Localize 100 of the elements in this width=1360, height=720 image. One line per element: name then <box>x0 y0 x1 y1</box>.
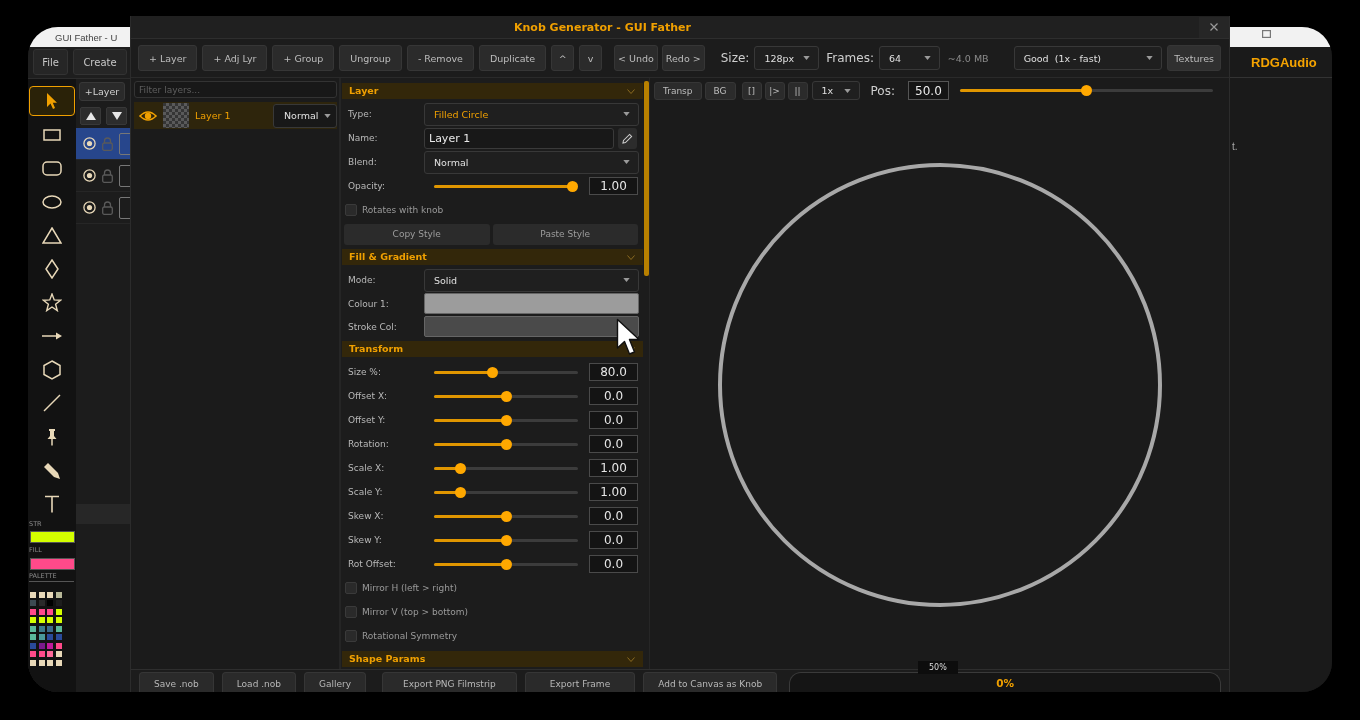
slider-thumb[interactable] <box>455 486 467 498</box>
action-button[interactable]: Add to Canvas as Knob <box>643 672 778 692</box>
slider[interactable] <box>434 438 578 450</box>
dropdown[interactable]: Solid <box>424 268 639 292</box>
action-button[interactable]: Save .nob <box>139 672 214 692</box>
value-field[interactable]: 80.0 <box>589 363 638 381</box>
color-swatch[interactable] <box>47 591 53 598</box>
slider-thumb[interactable] <box>455 462 467 474</box>
slider-thumb[interactable] <box>500 558 512 570</box>
move-down-button[interactable] <box>106 107 127 125</box>
fill-swatch[interactable] <box>29 557 75 570</box>
slider[interactable] <box>434 390 578 402</box>
color-swatch[interactable] <box>38 591 45 598</box>
action-button[interactable]: Export Frame <box>524 672 636 692</box>
color-swatch[interactable] <box>55 608 62 615</box>
section-header[interactable]: Transform <box>342 341 643 357</box>
toolbar-button[interactable]: < Undo <box>614 45 658 71</box>
slider-thumb[interactable] <box>500 390 512 402</box>
value-field[interactable]: 0.0 <box>589 531 638 549</box>
playback-button[interactable]: |> <box>764 81 785 100</box>
color-swatch[interactable] <box>424 316 639 337</box>
value-field[interactable]: 0.0 <box>589 555 638 573</box>
color-swatch[interactable] <box>38 608 45 615</box>
style-button[interactable]: Paste Style <box>492 223 638 245</box>
value-field[interactable]: 0.0 <box>589 435 638 453</box>
scrollbar-thumb[interactable] <box>644 81 649 276</box>
color-swatch[interactable] <box>30 651 36 658</box>
color-swatch[interactable] <box>30 591 36 598</box>
close-button[interactable] <box>1199 16 1229 38</box>
style-button[interactable]: Copy Style <box>344 223 490 245</box>
slider[interactable] <box>434 534 578 546</box>
move-up-button[interactable] <box>80 107 101 125</box>
action-button[interactable]: Export PNG Filmstrip <box>382 672 517 692</box>
slider-thumb[interactable] <box>500 438 512 450</box>
color-swatch[interactable] <box>55 634 62 641</box>
checkbox[interactable] <box>345 582 357 594</box>
color-swatch[interactable] <box>30 617 36 624</box>
radio-icon[interactable] <box>83 137 96 150</box>
color-swatch[interactable] <box>30 659 36 666</box>
toolbar-button[interactable]: + Group <box>272 45 335 71</box>
color-swatch[interactable] <box>38 642 45 649</box>
color-swatch[interactable] <box>55 625 62 632</box>
textures-button[interactable]: Textures <box>1167 45 1221 71</box>
toolbar-button[interactable]: - Remove <box>406 45 474 71</box>
slider-thumb[interactable] <box>500 534 512 546</box>
color-swatch[interactable] <box>47 634 53 641</box>
toolbar-button[interactable]: Redo > <box>661 45 705 71</box>
section-header[interactable]: Fill & Gradient <box>342 249 643 265</box>
dropdown[interactable]: Normal <box>424 150 639 174</box>
color-swatch[interactable] <box>55 617 62 624</box>
slider[interactable] <box>434 510 578 522</box>
preview-button[interactable]: BG <box>704 81 736 100</box>
slider[interactable] <box>959 85 1213 96</box>
toolbar-button[interactable]: Duplicate <box>478 45 547 71</box>
slider[interactable] <box>434 414 578 426</box>
slider-thumb[interactable] <box>567 180 578 192</box>
name-field[interactable]: Layer 1 <box>424 127 614 149</box>
toolbar-button[interactable]: Ungroup <box>339 45 402 71</box>
toolbar-button[interactable]: + Layer <box>138 45 198 71</box>
value-field[interactable]: 0.0 <box>589 411 638 429</box>
value-field[interactable]: 0.0 <box>589 387 638 405</box>
lock-icon[interactable] <box>102 200 113 215</box>
slider[interactable] <box>434 558 578 570</box>
slider-thumb[interactable] <box>500 414 512 426</box>
dropdown[interactable]: Filled Circle <box>424 102 639 126</box>
position-field[interactable]: 50.0 <box>907 81 949 100</box>
color-swatch[interactable] <box>30 634 36 641</box>
value-field[interactable]: 1.00 <box>589 177 638 195</box>
color-swatch[interactable] <box>38 617 45 624</box>
layer-row[interactable]: Layer 1 Normal <box>134 102 337 129</box>
color-swatch[interactable] <box>30 625 36 632</box>
color-swatch[interactable] <box>38 625 45 632</box>
action-button[interactable]: Load .nob <box>221 672 296 692</box>
section-header[interactable]: Shape Params <box>342 651 643 667</box>
slider[interactable] <box>434 462 578 474</box>
slider[interactable] <box>434 180 578 192</box>
eye-icon[interactable] <box>139 109 157 122</box>
tool-button[interactable] <box>29 86 75 116</box>
lock-icon[interactable] <box>102 168 113 183</box>
color-swatch[interactable] <box>30 608 36 615</box>
color-swatch[interactable] <box>38 634 45 641</box>
blend-dropdown[interactable]: Normal <box>273 103 337 128</box>
color-swatch[interactable] <box>55 659 62 666</box>
playback-button[interactable]: [] <box>741 81 762 100</box>
toolbar-button[interactable]: + Adj Lyr <box>202 45 268 71</box>
checkbox[interactable] <box>345 630 357 642</box>
quality-dropdown[interactable]: Good (1x - fast) <box>1013 46 1163 70</box>
checkbox[interactable] <box>345 204 357 216</box>
menu-button[interactable]: Create <box>73 49 127 75</box>
menu-button[interactable]: File <box>33 49 68 75</box>
value-field[interactable]: 1.00 <box>589 459 638 477</box>
size-dropdown[interactable]: 128px <box>754 46 820 70</box>
slider[interactable] <box>434 486 578 498</box>
color-swatch[interactable] <box>47 617 53 624</box>
slider-thumb[interactable] <box>1080 85 1092 96</box>
slider[interactable] <box>434 366 578 378</box>
color-swatch[interactable] <box>55 642 62 649</box>
add-layer-button[interactable]: +Layer <box>79 82 125 101</box>
color-swatch[interactable] <box>38 600 45 607</box>
section-header[interactable]: Layer <box>342 83 643 99</box>
